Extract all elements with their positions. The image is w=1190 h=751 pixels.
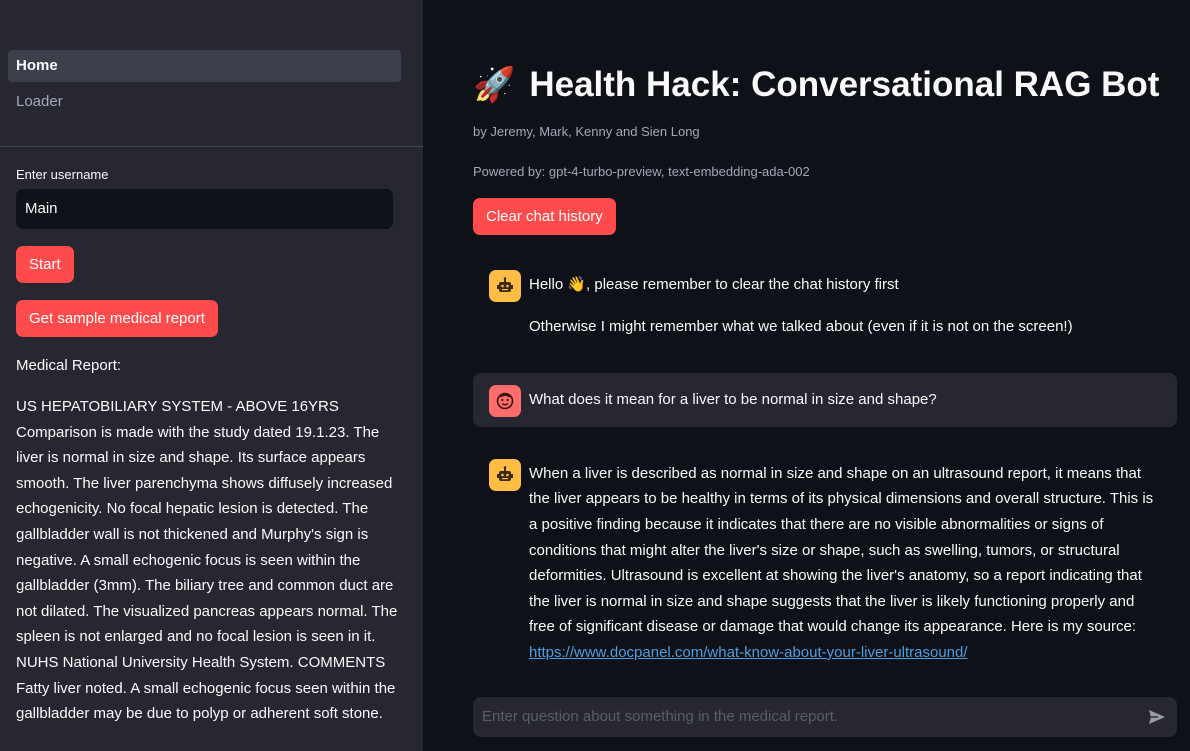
rocket-icon: 🚀 [473,66,516,104]
message-text: When a liver is described as normal in s… [529,464,1154,661]
main-content: 🚀 Health Hack: Conversational RAG Bot by… [423,0,1190,751]
username-input[interactable]: Main [16,189,393,229]
page-title-text: Health Hack: Conversational RAG Bot [529,65,1160,104]
report-label: Medical Report: [16,357,122,374]
nav-item-home[interactable]: Home [8,50,401,82]
sample-report-button[interactable]: Get sample medical report [16,300,218,337]
robot-icon [489,270,521,302]
source-link[interactable]: https://www.docpanel.com/what-know-about… [529,644,968,661]
message-text: Hello 👋, please remember to clear the ch… [529,276,899,293]
chat-input[interactable]: Enter question about something in the me… [473,697,1177,737]
start-button[interactable]: Start [16,246,74,283]
page-title: 🚀 Health Hack: Conversational RAG Bot [473,62,1190,108]
wave-icon: 👋 [567,276,587,293]
robot-icon [489,458,521,491]
sidebar: Home Loader Enter username Main Start Ge… [0,0,423,751]
username-label: Enter username [16,167,109,182]
message-text: What does it mean for a liver to be norm… [529,391,937,409]
message-text: Otherwise I might remember what we talke… [529,317,1073,335]
clear-chat-button[interactable]: Clear chat history [473,198,616,235]
chat-message-user: What does it mean for a liver to be norm… [473,373,1177,427]
report-text: US HEPATOBILIARY SYSTEM - ABOVE 16YRS Co… [16,398,398,723]
byline: by Jeremy, Mark, Kenny and Sien Long [473,124,700,139]
chat-message-bot: When a liver is described as normal in s… [473,447,1177,680]
powered-by: Powered by: gpt-4-turbo-preview, text-em… [473,164,810,179]
send-icon[interactable] [1147,707,1167,727]
chat-message-bot: Hello 👋, please remember to clear the ch… [473,258,1177,353]
nav-item-loader[interactable]: Loader [8,86,401,118]
face-icon [489,385,521,418]
sidebar-nav: Home Loader [0,0,423,118]
chat-input-placeholder: Enter question about something in the me… [482,708,839,725]
